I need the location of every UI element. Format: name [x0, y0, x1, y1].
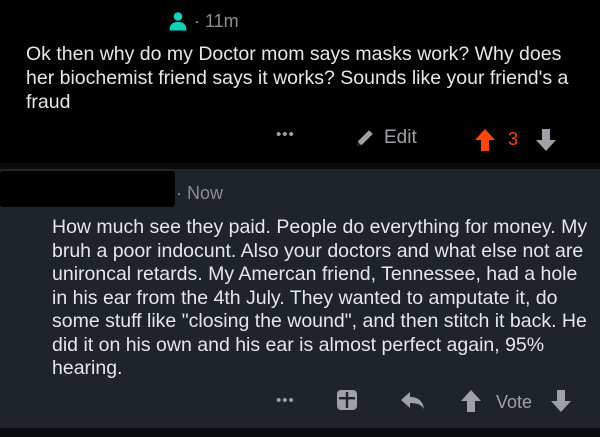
comment-timestamp: · Now: [176, 183, 224, 203]
comment-timestamp: · 11m: [194, 10, 239, 31]
own-comment: · 11m Ok then why do my Doctor mom says …: [0, 0, 600, 163]
comment-body: Ok then why do my Doctor mom says masks …: [26, 43, 569, 113]
user-icon: [169, 12, 187, 31]
vote-label: Vote: [496, 392, 533, 412]
comment-actions: ••• Vote: [0, 384, 600, 418]
more-icon: •••: [276, 126, 295, 143]
bottom-divider: [0, 428, 600, 437]
downvote-icon[interactable]: [535, 128, 557, 152]
award-icon[interactable]: [336, 389, 358, 411]
downvote-icon[interactable]: [550, 389, 572, 413]
upvote-icon[interactable]: [460, 389, 482, 413]
pencil-icon: [357, 130, 373, 146]
comment-body: How much see they paid. People do everyt…: [52, 216, 588, 379]
reply-icon[interactable]: [400, 391, 426, 411]
upvote-icon[interactable]: [474, 128, 496, 152]
vote-score: 3: [508, 129, 519, 149]
comment-actions: ••• Edit 3: [0, 122, 600, 156]
reply-comment: · Now How much see they paid. People do …: [0, 169, 600, 437]
more-icon: •••: [276, 392, 295, 409]
edit-label: Edit: [384, 127, 417, 148]
edit-button[interactable]: Edit: [354, 127, 417, 149]
more-button[interactable]: •••: [276, 392, 295, 409]
redacted-username: [0, 171, 175, 207]
comment-meta: · 11m: [168, 10, 239, 32]
more-button[interactable]: •••: [276, 126, 295, 143]
